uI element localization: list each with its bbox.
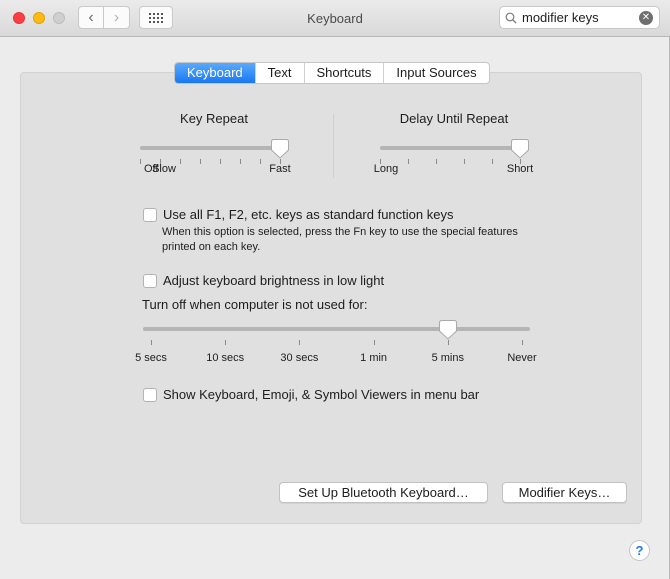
turn-off-label: Turn off when computer is not used for: (142, 297, 368, 312)
slider-tick (180, 159, 181, 164)
keyboard-preferences-window: ‹ › Keyboard modifier keys ✕ Keyboard Te… (0, 0, 670, 579)
search-icon (500, 12, 522, 24)
section-divider (333, 114, 334, 178)
slider-tick (151, 340, 152, 345)
slider-track (143, 327, 530, 331)
slider-tick (225, 340, 227, 345)
slider-tick (436, 159, 437, 164)
turn-off-slider[interactable] (143, 320, 530, 353)
brightness-checkbox[interactable] (143, 273, 157, 288)
search-input[interactable]: modifier keys (522, 10, 639, 25)
slider-tick (373, 340, 375, 345)
slider-thumb[interactable] (438, 320, 457, 340)
turn-off-tick-label: 10 secs (206, 352, 245, 364)
tab-input-sources[interactable]: Input Sources (383, 63, 488, 83)
viewers-row: Show Keyboard, Emoji, & Symbol Viewers i… (143, 387, 479, 402)
turn-off-tick-label: 5 secs (135, 352, 167, 364)
slider-tick (260, 159, 261, 164)
turn-off-tick-label: 1 min (360, 352, 388, 364)
function-keys-checkbox[interactable] (143, 207, 157, 222)
slider-thumb[interactable] (511, 139, 529, 159)
slider-tick (299, 340, 301, 345)
delay-until-repeat-slider[interactable] (380, 139, 529, 172)
question-mark-icon: ? (635, 543, 644, 558)
slider-tick (492, 159, 493, 164)
slider-tick (220, 159, 221, 164)
brightness-row: Adjust keyboard brightness in low light (143, 273, 384, 288)
slider-tick (240, 159, 241, 164)
slider-tick (408, 159, 409, 164)
slider-track (140, 146, 280, 150)
help-button[interactable]: ? (629, 540, 650, 561)
search-field[interactable]: modifier keys ✕ (499, 6, 660, 29)
turn-off-tick-label: 30 secs (280, 352, 319, 364)
slider-tick (464, 159, 465, 164)
tab-text[interactable]: Text (254, 63, 304, 83)
key-repeat-fast-label: Fast (269, 163, 291, 175)
key-repeat-title: Key Repeat (180, 111, 248, 126)
delay-until-repeat-title: Delay Until Repeat (399, 111, 509, 126)
slider-tick (140, 159, 141, 164)
brightness-label[interactable]: Adjust keyboard brightness in low light (163, 273, 384, 288)
slider-thumb[interactable] (271, 139, 289, 159)
key-repeat-slow-label: Slow (152, 163, 176, 175)
tab-keyboard[interactable]: Keyboard (175, 63, 255, 83)
set-up-bluetooth-keyboard-button[interactable]: Set Up Bluetooth Keyboard… (279, 482, 488, 503)
tab-bar: Keyboard Text Shortcuts Input Sources (174, 62, 490, 84)
slider-track (380, 146, 520, 150)
slider-tick (522, 340, 523, 345)
viewers-checkbox[interactable] (143, 387, 157, 402)
viewers-label[interactable]: Show Keyboard, Emoji, & Symbol Viewers i… (163, 387, 479, 402)
tab-shortcuts[interactable]: Shortcuts (303, 63, 384, 83)
modifier-keys-button[interactable]: Modifier Keys… (502, 482, 627, 503)
delay-long-label: Long (373, 163, 399, 175)
function-keys-help: When this option is selected, press the … (162, 226, 518, 253)
turn-off-tick-label: Never (507, 352, 537, 364)
delay-short-label: Short (506, 163, 534, 175)
slider-tick (447, 340, 449, 345)
function-keys-row: Use all F1, F2, etc. keys as standard fu… (143, 207, 453, 222)
slider-tick (200, 159, 201, 164)
function-keys-label[interactable]: Use all F1, F2, etc. keys as standard fu… (163, 207, 453, 222)
clear-search-icon[interactable]: ✕ (639, 10, 653, 25)
turn-off-tick-label: 5 mins (431, 352, 464, 364)
title-bar: ‹ › Keyboard modifier keys ✕ (0, 0, 670, 37)
